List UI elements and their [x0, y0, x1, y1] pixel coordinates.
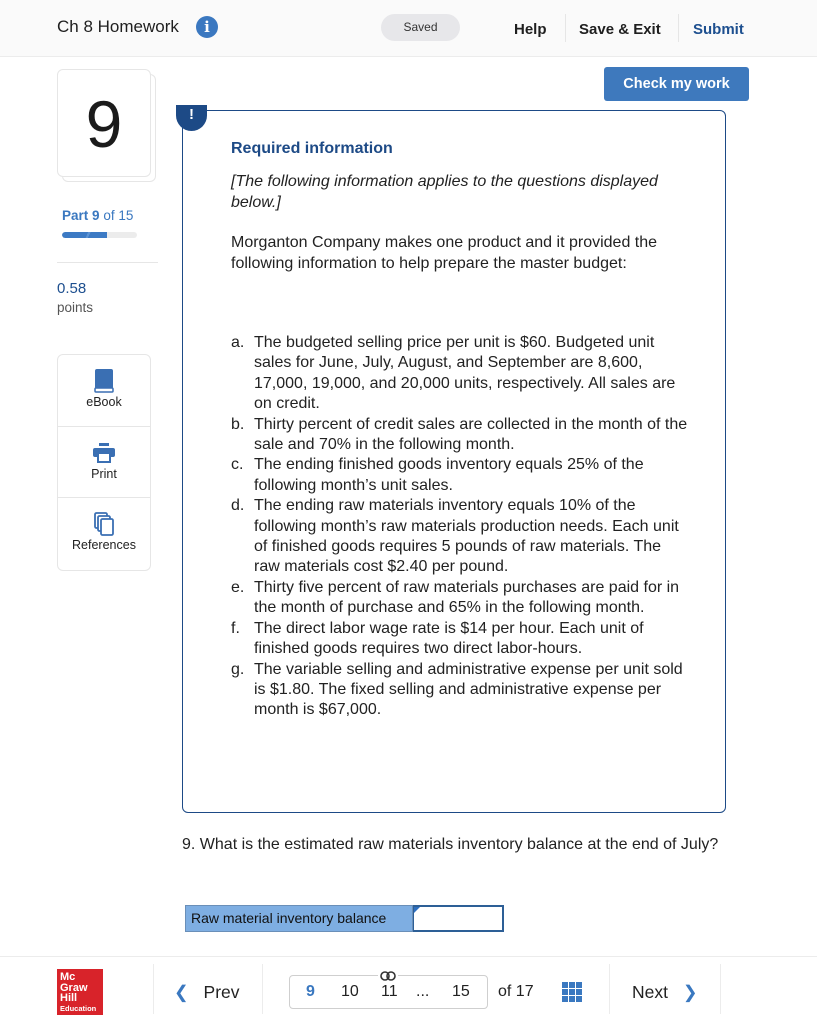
list-item-text: Thirty five percent of raw materials pur…	[254, 578, 680, 617]
footer-divider	[720, 964, 721, 1014]
footer-divider	[153, 964, 154, 1014]
next-label: Next	[632, 982, 668, 1002]
prev-label: Prev	[203, 982, 240, 1002]
list-item-text: The ending raw materials inventory equal…	[254, 497, 679, 576]
input-corner-flag-icon	[414, 907, 420, 913]
chevron-left-icon: ❮	[174, 982, 189, 1002]
print-button[interactable]: Print	[58, 427, 150, 498]
logo-line: Mc	[60, 971, 76, 983]
chevron-right-icon: ❯	[682, 982, 698, 1002]
footer-divider	[262, 964, 263, 1014]
check-my-work-button[interactable]: Check my work	[604, 67, 749, 101]
answer-label: Raw material inventory balance	[185, 905, 413, 932]
question-number-card: 9	[57, 69, 151, 177]
list-marker: c.	[231, 456, 244, 474]
list-item: b. Thirty percent of credit sales are col…	[231, 415, 691, 456]
ebook-label: eBook	[86, 395, 122, 409]
print-label: Print	[91, 466, 117, 481]
total-pages: 17	[515, 983, 534, 1000]
submit-link[interactable]: Submit	[693, 21, 744, 38]
part-total: of 15	[103, 208, 134, 223]
list-item-text: The budgeted selling price per unit is $…	[254, 334, 676, 413]
grid-icon[interactable]	[562, 982, 582, 1002]
mcgraw-hill-logo: Mc Graw Hill Education	[57, 969, 103, 1015]
link-icon	[378, 968, 398, 981]
info-icon[interactable]: i	[196, 16, 218, 38]
save-status-badge: Saved	[381, 14, 460, 41]
points-value: 0.58	[57, 280, 87, 297]
page-10[interactable]: 10	[341, 983, 359, 1001]
list-marker: g.	[231, 660, 245, 678]
required-info-intro: [The following information applies to th…	[231, 173, 658, 211]
logo-line: Hill	[60, 992, 78, 1004]
logo-line: Education	[60, 1003, 97, 1013]
list-marker: f.	[231, 619, 240, 637]
answer-field-wrapper	[413, 905, 504, 932]
list-item: c. The ending finished goods inventory eq…	[231, 455, 691, 496]
answer-row: Raw material inventory balance	[185, 905, 504, 932]
page-total: of 17	[498, 983, 534, 1001]
list-item-text: The variable selling and administrative …	[254, 660, 683, 719]
list-item-text: Thirty percent of credit sales are colle…	[254, 415, 688, 454]
list-item-text: The ending finished goods inventory equa…	[254, 456, 644, 494]
help-link[interactable]: Help	[514, 21, 547, 38]
references-button[interactable]: References	[58, 498, 150, 570]
documents-icon	[94, 512, 114, 541]
book-icon	[94, 369, 114, 398]
list-item: d. The ending raw materials inventory equ…	[231, 496, 691, 578]
page-15[interactable]: 15	[452, 983, 470, 1001]
list-item: g. The variable selling and administrativ…	[231, 660, 691, 721]
points-label: points	[57, 300, 94, 315]
list-marker: b.	[231, 415, 245, 433]
list-item-text: The direct labor wage rate is $14 per ho…	[254, 619, 644, 658]
resource-tools: eBook Print References	[57, 354, 151, 571]
part-progress-bar	[62, 232, 137, 238]
list-marker: d.	[231, 497, 245, 515]
part-prefix: Part	[62, 208, 89, 223]
prev-button[interactable]: ❮ Prev	[174, 982, 240, 1003]
header-divider	[678, 14, 679, 42]
header-divider	[565, 14, 566, 42]
of-label: of	[498, 983, 512, 1000]
footer-divider	[609, 964, 610, 1014]
list-item: f. The direct labor wage rate is $14 per …	[231, 619, 691, 660]
assignment-title: Ch 8 Homework	[57, 17, 179, 36]
raw-material-inventory-input[interactable]	[414, 907, 502, 930]
list-marker: a.	[231, 334, 245, 351]
required-info-description: Morganton Company makes one product and …	[231, 234, 658, 272]
page-9[interactable]: 9	[306, 983, 315, 1001]
progress-fill	[62, 232, 107, 238]
required-info-list: a. The budgeted selling price per unit is…	[231, 333, 691, 721]
top-bar: Ch 8 Homework i Saved Help Save & Exit S…	[0, 0, 817, 57]
save-exit-link[interactable]: Save & Exit	[579, 21, 661, 38]
part-current: 9	[92, 208, 100, 223]
references-label: References	[72, 538, 136, 552]
sidebar-divider	[57, 262, 158, 263]
required-info-title: Required information	[231, 140, 393, 157]
part-indicator: Part 9 of 15	[62, 208, 133, 223]
printer-icon	[93, 442, 115, 468]
question-text: 9. What is the estimated raw materials i…	[182, 836, 719, 853]
question-number: 9	[85, 87, 123, 161]
next-button[interactable]: Next ❯	[632, 982, 698, 1003]
page-11[interactable]: 11	[381, 983, 398, 1001]
list-item: e. Thirty five percent of raw materials p…	[231, 578, 691, 619]
ebook-button[interactable]: eBook	[58, 355, 150, 427]
page-ellipsis: ...	[416, 983, 430, 1000]
list-item: a. The budgeted selling price per unit is…	[231, 333, 691, 415]
list-marker: e.	[231, 578, 245, 596]
